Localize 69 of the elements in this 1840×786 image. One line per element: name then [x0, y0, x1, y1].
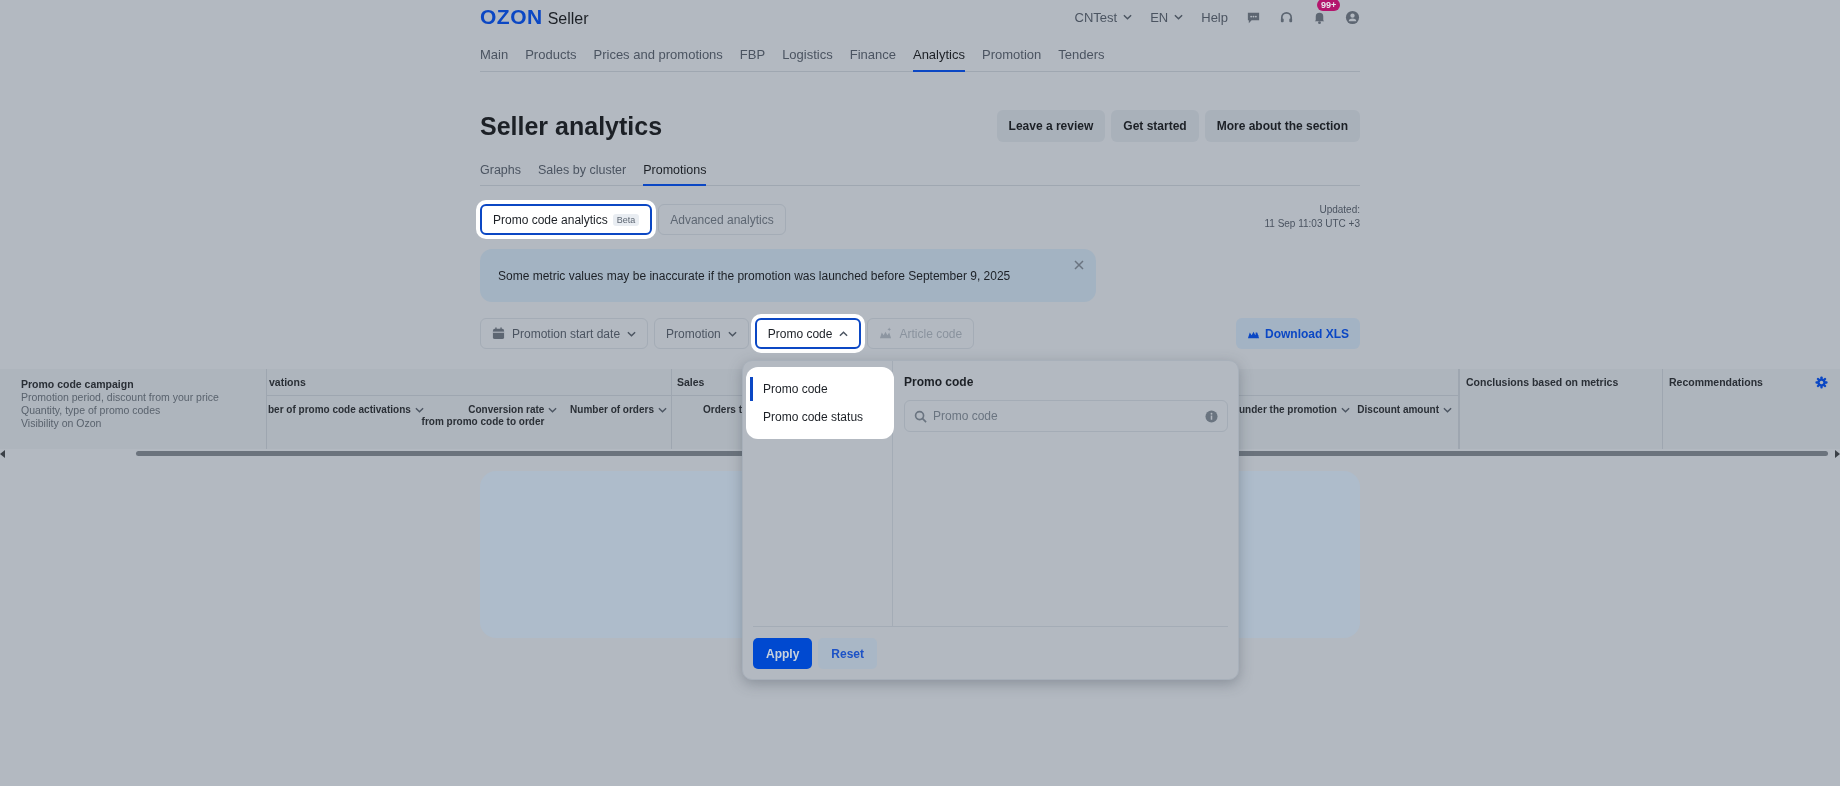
nav-tab[interactable]: Products	[525, 42, 577, 72]
notification-badge: 99+	[1317, 0, 1341, 11]
updated-time: 11 Sep 11:03 UTC +3	[1264, 218, 1360, 229]
search-icon	[914, 410, 927, 423]
column-subtitle: Promotion period, discount from your price	[21, 391, 220, 403]
sortable-column-header[interactable]: Discount amount	[1357, 404, 1452, 415]
chevron-icon	[1123, 14, 1133, 20]
beta-badge: Beta	[612, 213, 640, 226]
view-toggle[interactable]: Advanced analytics	[658, 204, 786, 235]
calendar-icon	[492, 327, 505, 340]
nav-tab[interactable]: Analytics	[912, 42, 965, 72]
column-group-header: vations	[269, 376, 306, 388]
settings-icon[interactable]	[1815, 376, 1828, 389]
search-field[interactable]: Promo code	[904, 400, 1228, 432]
nav-tab[interactable]: FBP	[739, 42, 766, 72]
language-menu[interactable]: EN	[1150, 9, 1184, 25]
chevron-icon	[727, 330, 737, 337]
chevron-icon	[1340, 406, 1350, 413]
column-subtitle: Quantity, type of promo codes	[21, 404, 162, 416]
headset-icon[interactable]	[1279, 9, 1294, 25]
sortable-column-header[interactable]: Orders t	[703, 404, 742, 415]
nav-tab[interactable]: Tenders	[1058, 42, 1105, 72]
filter-dropdown[interactable]: Promotion start date	[480, 318, 649, 349]
column-subtitle: Visibility on Ozon	[21, 417, 103, 429]
sortable-column-header[interactable]: Number of orders	[570, 404, 667, 415]
action-button[interactable]: Get started	[1111, 110, 1199, 142]
user-icon[interactable]	[1345, 9, 1360, 25]
updated-label: Updated:	[1319, 204, 1360, 215]
chevron-icon	[414, 406, 424, 413]
chevron-icon	[627, 330, 637, 337]
nav-tab[interactable]: Promotion	[982, 42, 1042, 72]
panel-title: Promo code	[904, 375, 975, 389]
sortable-column-header[interactable]: under the promotion	[1239, 404, 1350, 415]
chevron-icon	[548, 406, 558, 413]
section-tab[interactable]: Graphs	[480, 160, 521, 186]
info-icon[interactable]	[1205, 410, 1218, 423]
help-link[interactable]: Help	[1201, 9, 1228, 25]
apply-button[interactable]: Apply	[753, 638, 813, 669]
category-item[interactable]: Promo code status	[750, 405, 894, 429]
scroll-right-icon[interactable]	[1834, 449, 1840, 458]
action-button[interactable]: More about the section	[1204, 110, 1360, 142]
account-menu[interactable]: CNTest	[1074, 9, 1133, 25]
scroll-left-icon[interactable]	[0, 449, 6, 458]
column-header: Promo code campaign	[21, 378, 135, 390]
nav-tab[interactable]: Finance	[849, 42, 896, 72]
brand-logo[interactable]: OZON	[480, 5, 543, 29]
category-item[interactable]: Promo code	[750, 377, 894, 401]
reset-button[interactable]: Reset	[818, 638, 878, 669]
notice-text: Some metric values may be inaccurate if the promotion was launched before September 9, 2025	[498, 268, 1011, 283]
nav-tab[interactable]: Logistics	[782, 42, 833, 72]
download-button[interactable]: Download XLS	[1236, 318, 1360, 349]
page-title: Seller analytics	[480, 111, 663, 141]
action-button[interactable]: Leave a review	[996, 110, 1106, 142]
chevron-icon	[658, 406, 667, 413]
product-name: Seller	[547, 10, 589, 28]
chevron-icon	[1443, 406, 1452, 413]
column-group-header: Sales	[677, 376, 705, 388]
chevron-icon	[839, 330, 849, 337]
filter-dropdown[interactable]: Promotion	[654, 318, 749, 349]
section-tab[interactable]: Promotions	[643, 160, 707, 186]
column-header: Conclusions based on metrics	[1466, 376, 1619, 388]
nav-tab[interactable]: Main	[480, 42, 509, 72]
close-icon[interactable]	[1074, 260, 1084, 270]
sortable-column-header[interactable]: ber of promo code activations	[268, 404, 424, 415]
nav-tab[interactable]: Prices and promotions	[593, 42, 723, 72]
sortable-column-header[interactable]: Conversion rate from promo code to order	[421, 404, 558, 427]
column-header: Recommendations	[1669, 376, 1763, 388]
section-tab[interactable]: Sales by cluster	[538, 160, 627, 186]
chevron-icon	[1174, 14, 1184, 20]
